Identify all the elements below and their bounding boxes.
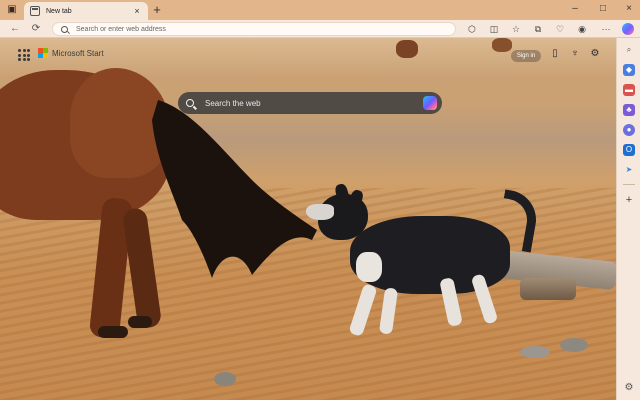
background-rock	[520, 346, 550, 358]
web-search-box[interactable]: Search the web	[178, 92, 442, 114]
browser-essentials-icon[interactable]: ♡	[554, 23, 566, 35]
phone-icon[interactable]: ▯	[548, 47, 562, 61]
settings-icon[interactable]: ⚙	[588, 47, 602, 61]
distant-horse	[492, 38, 512, 52]
copilot-sidebar-icon[interactable]: ●	[623, 124, 635, 136]
sign-in-button[interactable]: Sign in	[511, 50, 541, 62]
microsoft-logo-icon	[38, 48, 48, 58]
profile-icon[interactable]: ◉	[576, 23, 588, 35]
background-rock	[214, 372, 236, 386]
dog-muzzle	[306, 204, 334, 220]
tab-actions-icon[interactable]: ▣	[6, 4, 18, 16]
tab-title: New tab	[46, 7, 72, 15]
new-tab-page: Microsoft Start Sign in ▯ ♆ ⚙ Search the…	[0, 38, 616, 400]
address-placeholder: Search or enter web address	[76, 25, 166, 33]
brand-name: Microsoft Start	[52, 48, 104, 58]
search-icon[interactable]: ⌕	[623, 44, 635, 56]
address-bar[interactable]: Search or enter web address	[52, 22, 456, 36]
background-rock	[560, 338, 588, 352]
close-window-button[interactable]: ×	[620, 2, 638, 16]
new-tab-button[interactable]: +	[150, 3, 164, 17]
sidebar-settings-icon[interactable]: ⚙	[623, 382, 635, 394]
copilot-icon[interactable]	[622, 23, 634, 35]
copilot-search-icon[interactable]	[423, 96, 437, 110]
send-icon[interactable]: ➤	[623, 164, 635, 176]
search-placeholder: Search the web	[205, 98, 261, 108]
toolbox-icon[interactable]: ▬	[623, 84, 635, 96]
collections-icon[interactable]: ⧉	[532, 23, 544, 35]
background-log	[520, 278, 576, 300]
more-icon[interactable]: ···	[600, 23, 612, 35]
address-search-icon	[61, 25, 68, 33]
games-icon[interactable]: ♣	[623, 104, 635, 116]
minimize-button[interactable]: –	[566, 2, 584, 16]
tab-close-button[interactable]: ×	[132, 6, 142, 16]
horse-hoof	[98, 326, 128, 338]
tab-new-tab[interactable]: New tab ×	[24, 2, 148, 20]
horse-hoof	[128, 316, 152, 328]
outlook-icon[interactable]: O	[623, 144, 635, 156]
add-icon[interactable]: +	[623, 194, 635, 206]
dog-chest	[356, 252, 382, 282]
favorites-icon[interactable]: ☆	[510, 23, 522, 35]
shopping-tag-icon[interactable]: ◆	[623, 64, 635, 76]
apps-launcher-icon[interactable]	[18, 49, 30, 61]
sidebar-divider	[623, 184, 635, 185]
refresh-button[interactable]: ⟳	[29, 22, 43, 36]
extensions-icon[interactable]: ⬡	[466, 23, 478, 35]
horse-tail	[152, 100, 317, 278]
back-button[interactable]: ←	[8, 22, 22, 36]
distant-horse	[396, 40, 418, 58]
tab-favicon-icon	[30, 6, 40, 16]
right-sidebar: ⌕ ◆ ▬ ♣ ● O ➤ + ⚙	[616, 38, 640, 400]
title-bar: ▣ New tab × + – □ ×	[0, 0, 640, 20]
toolbar: ← ⟳ Search or enter web address ⬡ ◫ ☆ ⧉ …	[0, 20, 640, 38]
split-screen-icon[interactable]: ◫	[488, 23, 500, 35]
rewards-icon[interactable]: ♆	[568, 47, 582, 61]
maximize-button[interactable]: □	[594, 2, 612, 16]
search-icon	[186, 99, 194, 107]
microsoft-start-brand[interactable]: Microsoft Start	[38, 48, 104, 58]
